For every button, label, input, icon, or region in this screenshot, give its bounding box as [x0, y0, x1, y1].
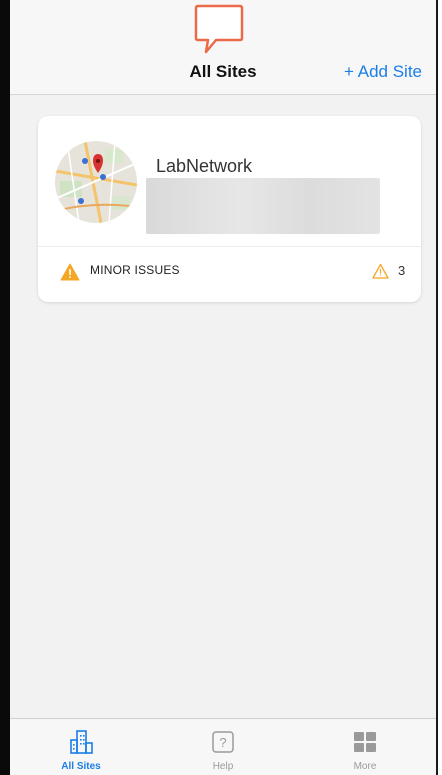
buildings-icon	[70, 730, 93, 754]
site-name: LabNetwork	[156, 156, 253, 176]
redacted-site-details	[146, 178, 380, 234]
nav-header: All Sites + Add Site	[10, 0, 436, 95]
svg-text:?: ?	[219, 735, 226, 750]
chat-bubble-icon[interactable]	[194, 4, 244, 56]
tab-help[interactable]: ? Help	[152, 719, 294, 775]
site-status-text: MINOR ISSUES	[90, 263, 180, 277]
grid-icon	[354, 732, 376, 752]
app-screen: All Sites + Add Site LabNetwork MINOR IS…	[10, 0, 436, 775]
device-frame-left	[0, 0, 10, 775]
site-card[interactable]: LabNetwork MINOR ISSUES 3	[38, 116, 421, 302]
tab-label-all-sites: All Sites	[61, 761, 101, 772]
site-map-thumbnail	[55, 141, 137, 223]
tab-all-sites[interactable]: All Sites	[10, 719, 152, 775]
tab-label-more: More	[353, 761, 377, 772]
add-site-button[interactable]: + Add Site	[344, 62, 422, 82]
tab-label-help: Help	[212, 761, 234, 772]
tab-bar: All Sites ? Help More	[10, 718, 436, 775]
help-icon: ?	[212, 731, 234, 753]
tab-more[interactable]: More	[294, 719, 436, 775]
site-status-row[interactable]: MINOR ISSUES 3	[38, 247, 421, 302]
alert-outline-icon	[372, 263, 389, 279]
alert-count: 3	[398, 263, 406, 278]
warning-icon	[60, 263, 80, 281]
device-frame-right-edge	[438, 0, 442, 775]
